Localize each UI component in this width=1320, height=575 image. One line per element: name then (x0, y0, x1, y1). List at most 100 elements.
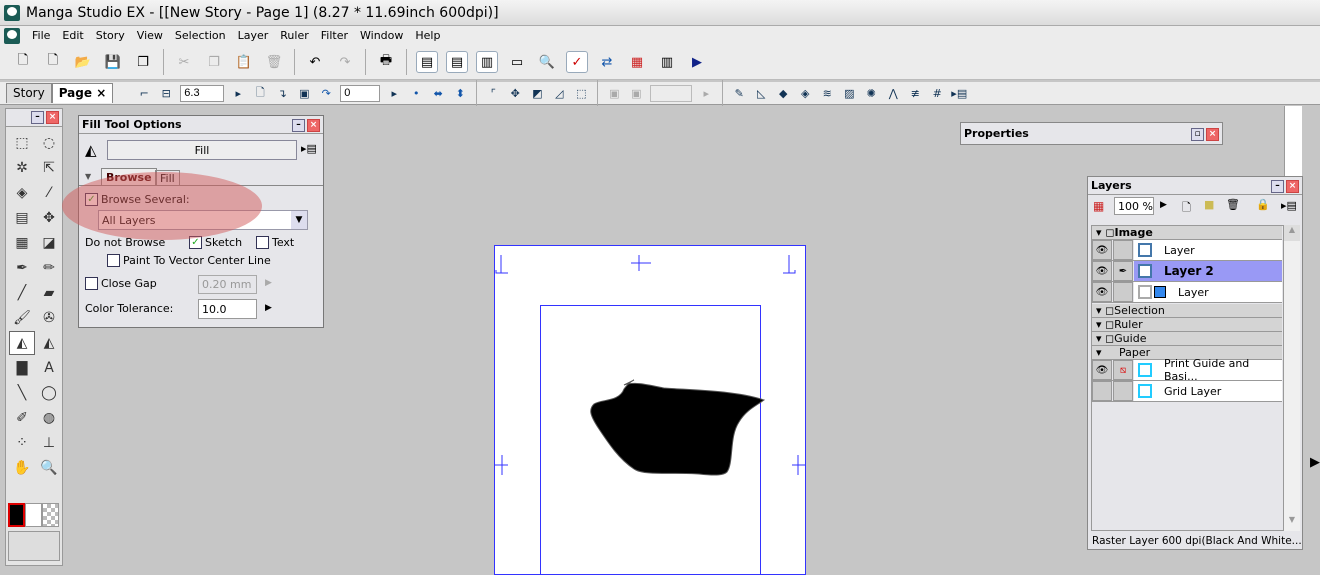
dust-icon[interactable]: ⁘ (9, 431, 35, 455)
eye-icon[interactable]: 👁 (1092, 240, 1112, 260)
minimize-button[interactable]: – (31, 111, 44, 124)
panel-menu-icon[interactable]: ▸▤ (950, 84, 968, 102)
transparent-swatch[interactable] (42, 503, 59, 527)
page-view-icon[interactable]: ▣ (295, 84, 313, 102)
bucket-icon[interactable]: ◈ (796, 84, 814, 102)
layer-color-icon[interactable]: ▦ (1093, 199, 1104, 213)
layer-row[interactable]: 👁Layer (1092, 282, 1282, 303)
menu-selection[interactable]: Selection (169, 29, 232, 42)
black-swatch[interactable] (8, 503, 25, 527)
menu-file[interactable]: File (26, 29, 56, 42)
save-icon[interactable]: 💾 (102, 51, 124, 73)
layer-select-icon[interactable]: ◈ (9, 181, 35, 205)
frame-icon[interactable]: ◪ (36, 231, 62, 255)
crop-marks-icon[interactable]: ⌜ (484, 84, 502, 102)
color-tolerance-input[interactable]: 10.0 (198, 299, 257, 319)
close-button[interactable]: × (307, 119, 320, 132)
selection-display-icon[interactable]: ⬚ (572, 84, 590, 102)
close-button[interactable]: × (46, 111, 59, 124)
pattern-brush-icon[interactable]: ◭ (36, 331, 62, 355)
transform-icon[interactable]: ✥ (506, 84, 524, 102)
menu-story[interactable]: Story (90, 29, 131, 42)
color-palette-icon[interactable]: ▦ (626, 51, 648, 73)
close-tab-icon[interactable]: × (96, 86, 106, 100)
zoom-input[interactable] (180, 85, 224, 102)
navigator-icon[interactable]: 🔍 (536, 51, 558, 73)
tool-name-field[interactable]: Fill (107, 140, 297, 160)
restore-button[interactable]: ▫ (1191, 128, 1204, 141)
lasso-icon[interactable]: ◌ (36, 131, 62, 155)
copy-icon[interactable]: ❐ (203, 51, 225, 73)
panel-menu-icon[interactable]: ▸▤ (301, 142, 317, 155)
color-tolerance-arrow-icon[interactable]: ▶ (265, 303, 272, 313)
marquee-icon[interactable]: ⬚ (9, 131, 35, 155)
zoom-icon[interactable]: 🔍 (36, 456, 62, 480)
tool-options-icon[interactable]: ▤ (446, 51, 468, 73)
rotation-input[interactable] (340, 85, 380, 102)
close-button[interactable]: × (1206, 128, 1219, 141)
group-ruler[interactable]: ▾ ◻ Ruler (1092, 318, 1282, 332)
opacity-arrow-icon[interactable]: ▶ (1160, 200, 1167, 210)
eraser-icon[interactable]: ▰ (36, 281, 62, 305)
properties-icon[interactable]: ▭ (506, 51, 528, 73)
speed-lines-icon[interactable]: ≢ (906, 84, 924, 102)
fit-page-icon[interactable]: 🗋 (251, 84, 269, 102)
rotate-icon[interactable]: ↴ (273, 84, 291, 102)
tab-page[interactable]: Page × (52, 83, 114, 103)
group-selection[interactable]: ▾ ◻ Selection (1092, 304, 1282, 318)
move-icon[interactable]: ✥ (36, 206, 62, 230)
triangle-ruler-icon[interactable]: ◺ (752, 84, 770, 102)
delete-icon[interactable]: 🗑 (263, 51, 285, 73)
collapse-arrow-icon[interactable]: ▼ (85, 172, 91, 181)
redo-icon[interactable]: ↷ (334, 51, 356, 73)
menu-window[interactable]: Window (354, 29, 409, 42)
stamp-icon[interactable]: ⊥ (36, 431, 62, 455)
pen-icon[interactable]: ✎ (730, 84, 748, 102)
close-gap-checkbox[interactable] (85, 277, 98, 290)
layer-transfer-icon[interactable]: ⇄ (596, 51, 618, 73)
grid-icon[interactable]: # (928, 84, 946, 102)
disabled-icon-1[interactable]: ▣ (605, 84, 623, 102)
text-tool-icon[interactable]: A (36, 356, 62, 380)
group-guide[interactable]: ▾ ◻ Guide (1092, 332, 1282, 346)
layer-row[interactable]: Grid Layer (1092, 381, 1282, 402)
layer-row[interactable]: 👁⧅Print Guide and Basi... (1092, 360, 1282, 381)
flip-vertical-icon[interactable]: ⬍ (451, 84, 469, 102)
new-layer-icon[interactable]: 🗋 (1182, 199, 1191, 218)
disabled-arrow-icon[interactable]: ▸ (697, 84, 715, 102)
close-gap-arrow-icon[interactable]: ▶ (265, 278, 272, 288)
minimize-button[interactable]: – (1271, 180, 1284, 193)
group-image[interactable]: ▾ ◻ Image (1092, 226, 1282, 240)
curve-ruler-icon[interactable]: ≋ (818, 84, 836, 102)
tone-icon[interactable]: ◍ (36, 406, 62, 430)
chevron-down-icon[interactable]: ▼ (291, 211, 307, 229)
brush-icon[interactable]: 🖌 (9, 306, 35, 330)
menu-view[interactable]: View (131, 29, 169, 42)
undo-icon[interactable]: ↶ (304, 51, 326, 73)
flip-horizontal-icon[interactable]: ⬌ (429, 84, 447, 102)
correct-line-icon[interactable]: ✐ (9, 406, 35, 430)
play-arrow-icon[interactable]: ▸ (229, 84, 247, 102)
menu-ruler[interactable]: Ruler (274, 29, 314, 42)
panel-menu-icon[interactable]: ▸▤ (1281, 199, 1297, 212)
pencil-icon[interactable]: ✏ (36, 256, 62, 280)
save-all-icon[interactable]: ❐ (132, 51, 154, 73)
tab-story[interactable]: Story (6, 83, 52, 103)
layer-move-icon[interactable]: ▤ (9, 206, 35, 230)
history-icon[interactable]: ✓ (566, 51, 588, 73)
menu-layer[interactable]: Layer (232, 29, 275, 42)
eye-icon[interactable]: 👁 (1092, 360, 1112, 380)
pen-tool-icon[interactable]: ✒ (9, 256, 35, 280)
play-arrow-icon-2[interactable]: ▸ (385, 84, 403, 102)
ruler-icon[interactable]: ◩ (528, 84, 546, 102)
menu-filter[interactable]: Filter (315, 29, 354, 42)
fill-tool-icon[interactable]: ◭ (9, 331, 35, 355)
white-swatch[interactable] (25, 503, 42, 527)
opacity-input[interactable]: 100 % (1114, 197, 1154, 215)
rotate-view-icon[interactable]: ↷ (317, 84, 335, 102)
magic-wand-icon[interactable]: ✲ (9, 156, 35, 180)
marker-icon[interactable]: ╱ (9, 281, 35, 305)
page-icon[interactable]: ⌐ (135, 84, 153, 102)
cube-icon[interactable]: ◆ (774, 84, 792, 102)
gradient-icon[interactable]: ▇ (9, 356, 35, 380)
